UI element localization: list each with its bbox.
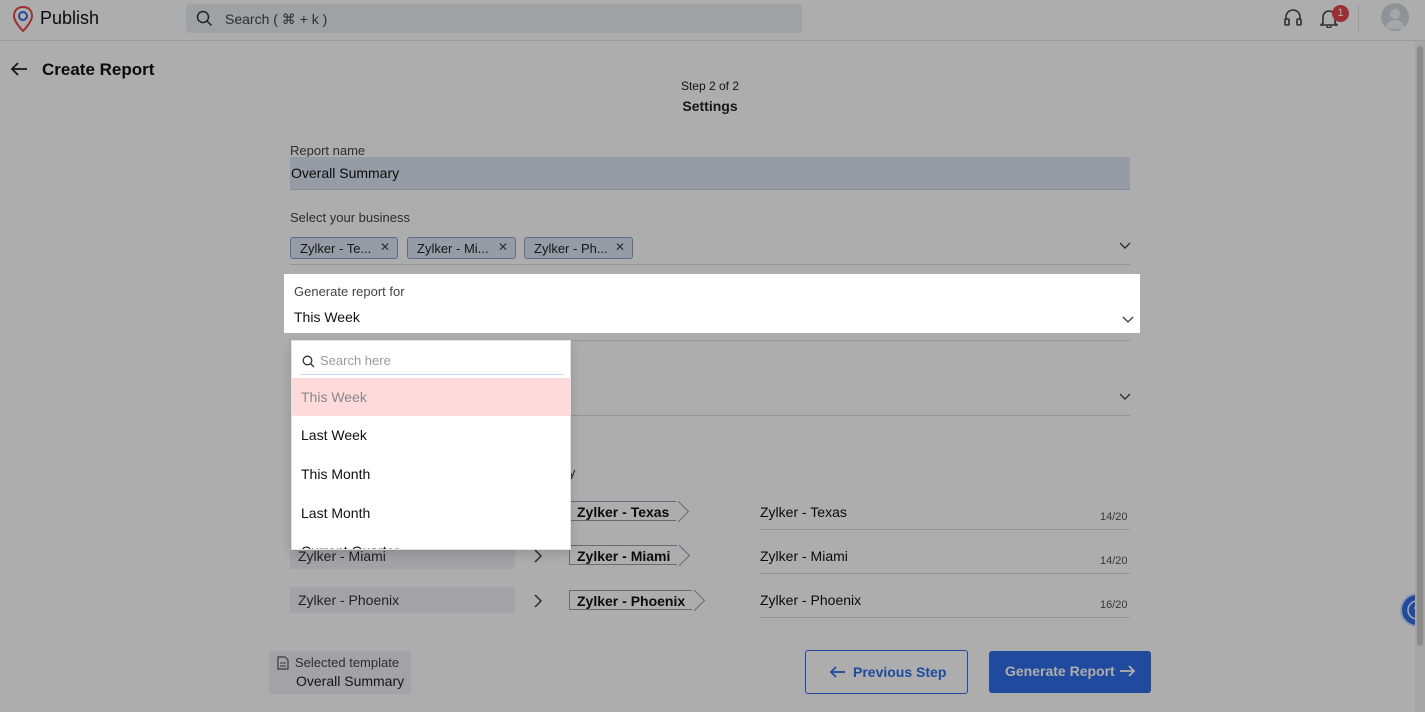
top-bar: Publish Search ( ⌘ + k ) 1 [0,0,1425,41]
output-name[interactable]: Zylker - Phoenix [760,592,861,608]
output-name[interactable]: Zylker - Texas [760,504,847,520]
chip-label: Zylker - Ph... [534,241,608,256]
chevron-down-icon[interactable] [1122,316,1134,324]
template-label: Selected template [295,655,400,670]
business-chip: Zylker - Mi... ✕ [407,237,516,259]
output-name[interactable]: Zylker - Miami [760,548,848,564]
close-icon[interactable]: ✕ [380,240,390,254]
document-icon [277,656,289,670]
app-name: Publish [40,8,100,28]
previous-step-label: Previous Step [853,664,947,680]
chevron-right-icon [534,549,543,563]
avatar[interactable] [1381,3,1409,31]
business-tag: Zylker - Miami [569,545,678,565]
previous-step-button[interactable]: Previous Step [805,650,968,694]
business-label: Select your business [290,210,410,225]
option-last-week[interactable]: Last Week [292,416,570,454]
search-icon [302,355,315,368]
chevron-down-icon[interactable] [1119,242,1131,250]
headset-icon[interactable] [1284,8,1302,28]
business-tag: Zylker - Phoenix [569,590,693,610]
notification-badge: 1 [1332,5,1349,22]
char-count: 14/20 [1100,555,1128,567]
selected-template: Selected template Overall Summary [269,651,411,694]
option-current-quarter[interactable]: Current Quarter [292,532,570,549]
business-chip: Zylker - Ph... ✕ [524,237,633,259]
report-name-label: Report name [290,143,366,158]
chevron-down-icon[interactable] [1119,393,1131,401]
business-tag: Zylker - Texas [569,501,677,521]
generate-report-for-label: Generate report for [294,284,405,299]
option-last-month[interactable]: Last Month [292,494,570,532]
search-icon [196,10,213,27]
chevron-right-icon [534,594,543,608]
step-indicator: Step 2 of 2 [680,79,740,93]
close-icon[interactable]: ✕ [498,240,508,254]
period-dropdown: Search here This Week Last Week This Mon… [291,340,571,550]
field-underline [760,529,1130,530]
chip-label: Zylker - Mi... [417,241,489,256]
arrow-right-icon [1120,665,1135,677]
template-value: Overall Summary [296,673,405,689]
generate-report-button[interactable]: Generate Report [989,651,1151,693]
search-placeholder: Search ( ⌘ + k ) [225,11,328,27]
report-name-input[interactable]: Overall Summary [290,157,1130,190]
char-count: 16/20 [1100,599,1128,611]
close-icon[interactable]: ✕ [615,240,625,254]
global-search[interactable]: Search ( ⌘ + k ) [186,4,802,33]
generate-report-for-field[interactable]: Generate report for This Week [284,274,1140,333]
scrollbar-thumb[interactable] [1417,46,1423,646]
dropdown-search-input[interactable]: Search here [300,347,564,375]
step-name: Settings [682,98,738,114]
char-count: 14/20 [1100,511,1128,523]
source-business[interactable]: Zylker - Phoenix [290,587,515,613]
business-chip: Zylker - Te... ✕ [290,237,398,259]
business-multiselect[interactable]: Zylker - Te... ✕ Zylker - Mi... ✕ Zylker… [290,237,1131,265]
dropdown-search-placeholder: Search here [320,353,391,368]
chip-label: Zylker - Te... [300,241,372,256]
page-title: Create Report [42,60,155,79]
field-underline [760,573,1130,574]
back-arrow-icon[interactable] [10,60,28,78]
option-this-week[interactable]: This Week [292,378,570,416]
option-this-month[interactable]: This Month [292,455,570,493]
generate-report-label: Generate Report [1005,663,1115,679]
field-underline [760,617,1130,618]
user-icon [1385,9,1405,29]
publish-logo-icon [12,6,34,32]
generate-report-for-value: This Week [294,309,360,325]
divider [1358,4,1359,34]
arrow-left-icon [830,666,845,678]
